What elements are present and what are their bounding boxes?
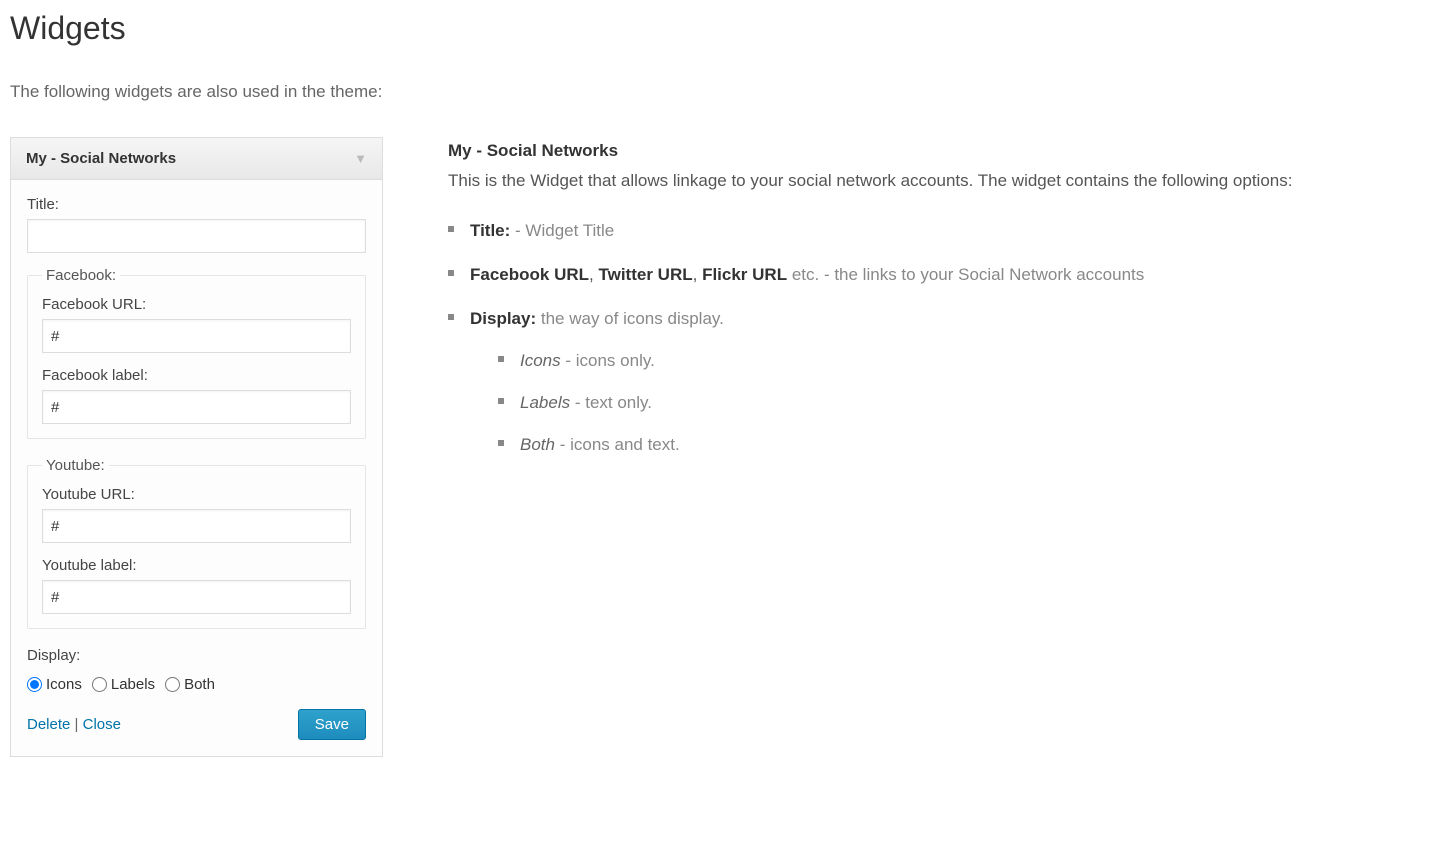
facebook-label-input[interactable]: [42, 390, 351, 424]
radio-labels[interactable]: [92, 677, 107, 692]
youtube-group: Youtube: Youtube URL: Youtube label:: [27, 457, 366, 629]
title-label: Title:: [27, 196, 366, 213]
item-rest: etc. - the links to your Social Network …: [787, 265, 1144, 284]
widget-body: Title: Facebook: Facebook URL: Facebook …: [11, 180, 382, 756]
desc-title: My - Social Networks: [448, 137, 1292, 165]
radio-labels-label: Labels: [111, 676, 155, 693]
desc-intro: This is the Widget that allows linkage t…: [448, 167, 1292, 195]
sub-labels-em: Labels: [520, 393, 570, 412]
sub-icons-em: Icons: [520, 351, 561, 370]
sub-both-text: - icons and text.: [555, 435, 680, 454]
facebook-label-label: Facebook label:: [42, 367, 351, 384]
intro-text: The following widgets are also used in t…: [10, 82, 1420, 102]
close-link[interactable]: Close: [83, 716, 121, 733]
item-display-label: Display:: [470, 309, 536, 328]
youtube-label-input[interactable]: [42, 580, 351, 614]
youtube-legend: Youtube:: [42, 457, 109, 474]
facebook-legend: Facebook:: [42, 267, 120, 284]
item-display-text: the way of icons display.: [536, 309, 724, 328]
list-item: Both - icons and text.: [498, 431, 1292, 459]
youtube-label-label: Youtube label:: [42, 557, 351, 574]
sub-labels-text: - text only.: [570, 393, 652, 412]
radio-both[interactable]: [165, 677, 180, 692]
page-title: Widgets: [10, 10, 1420, 47]
delete-link[interactable]: Delete: [27, 716, 70, 733]
link-actions: Delete | Close: [27, 716, 121, 733]
radio-icons-label: Icons: [46, 676, 82, 693]
facebook-url-label: Facebook URL:: [42, 296, 351, 313]
sub-icons-text: - icons only.: [561, 351, 655, 370]
widget-header[interactable]: My - Social Networks ▼: [11, 138, 382, 180]
item-fl: Flickr URL: [702, 265, 787, 284]
description: My - Social Networks This is the Widget …: [448, 137, 1292, 475]
display-radio-group: Icons Labels Both: [27, 676, 366, 693]
item-title-label: Title:: [470, 221, 510, 240]
item-tw: Twitter URL: [598, 265, 692, 284]
facebook-group: Facebook: Facebook URL: Facebook label:: [27, 267, 366, 439]
youtube-url-label: Youtube URL:: [42, 486, 351, 503]
radio-option-labels[interactable]: Labels: [92, 676, 155, 693]
separator: |: [75, 716, 83, 733]
title-input[interactable]: [27, 219, 366, 253]
radio-icons[interactable]: [27, 677, 42, 692]
item-title-text: - Widget Title: [510, 221, 614, 240]
list-item: Labels - text only.: [498, 389, 1292, 417]
save-button[interactable]: Save: [298, 709, 366, 740]
list-item: Facebook URL, Twitter URL, Flickr URL et…: [448, 261, 1292, 289]
sep: ,: [693, 265, 702, 284]
facebook-url-input[interactable]: [42, 319, 351, 353]
radio-both-label: Both: [184, 676, 215, 693]
list-item: Title: - Widget Title: [448, 217, 1292, 245]
youtube-url-input[interactable]: [42, 509, 351, 543]
desc-list: Title: - Widget Title Facebook URL, Twit…: [448, 217, 1292, 459]
list-item: Icons - icons only.: [498, 347, 1292, 375]
desc-sublist: Icons - icons only. Labels - text only. …: [470, 347, 1292, 459]
radio-option-both[interactable]: Both: [165, 676, 215, 693]
display-label: Display:: [27, 647, 366, 664]
widget-panel: My - Social Networks ▼ Title: Facebook: …: [10, 137, 383, 757]
list-item: Display: the way of icons display. Icons…: [448, 305, 1292, 459]
sub-both-em: Both: [520, 435, 555, 454]
radio-option-icons[interactable]: Icons: [27, 676, 82, 693]
widget-header-title: My - Social Networks: [26, 150, 176, 167]
chevron-down-icon[interactable]: ▼: [354, 151, 367, 166]
item-fb: Facebook URL: [470, 265, 589, 284]
